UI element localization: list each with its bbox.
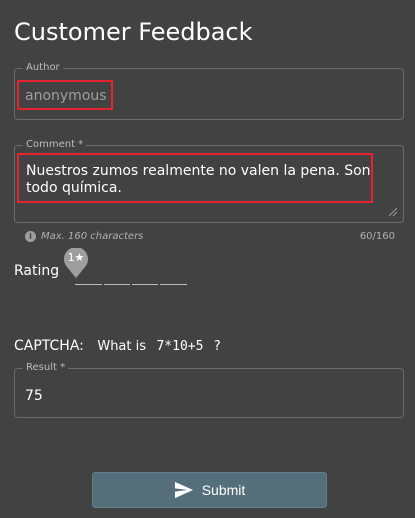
author-label: Author	[23, 61, 63, 75]
rating-tick	[130, 283, 132, 286]
submit-button[interactable]: Submit	[92, 472, 327, 508]
author-field: Author anonymous	[14, 61, 404, 120]
resize-grip-icon[interactable]	[387, 206, 397, 216]
page-title: Customer Feedback	[14, 18, 253, 46]
comment-textarea[interactable]: Nuestros zumos realmente no valen la pen…	[17, 153, 373, 203]
result-label: Result *	[23, 361, 69, 375]
info-icon: i	[25, 231, 36, 242]
comment-hint: Max. 160 characters	[41, 231, 144, 242]
comment-hint-row: i Max. 160 characters 60/160	[25, 230, 395, 244]
rating-thumb-label: 1★	[67, 251, 85, 264]
rating-tick	[102, 283, 104, 286]
comment-field: Comment * Nuestros zumos realmente no va…	[14, 138, 404, 223]
feedback-page: Customer Feedback Author anonymous Comme…	[0, 0, 415, 518]
result-field: Result * 75	[14, 361, 404, 418]
captcha-question: What is	[97, 339, 147, 354]
captcha-expression: 7*10+5	[156, 339, 204, 354]
captcha-suffix: ?	[213, 339, 221, 354]
captcha-label: CAPTCHA:	[14, 338, 84, 354]
comment-label: Comment *	[23, 138, 87, 152]
rating-label: Rating	[14, 263, 60, 279]
rating-tick	[158, 283, 160, 286]
result-input[interactable]: 75	[25, 387, 43, 405]
send-icon	[174, 481, 193, 499]
character-counter: 60/160	[359, 231, 395, 242]
captcha-row: CAPTCHA: What is 7*10+5 ?	[14, 337, 221, 356]
author-input[interactable]: anonymous	[17, 80, 113, 110]
submit-label: Submit	[201, 482, 246, 498]
